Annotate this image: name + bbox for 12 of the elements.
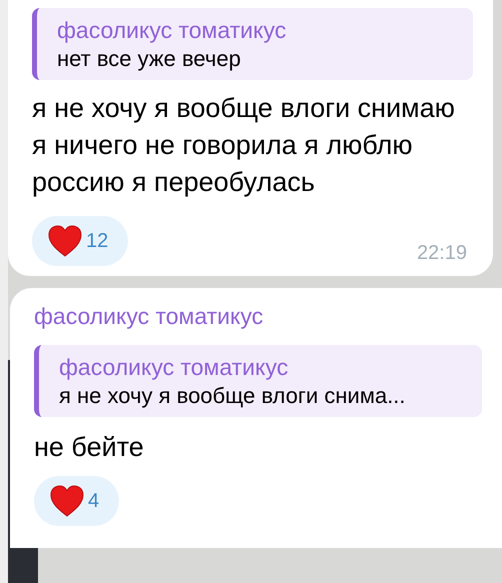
reply-quote[interactable]: фасоликус томатикус нет все уже вечер [32,8,473,80]
heart-icon [50,485,84,518]
reply-text: нет все уже вечер [57,44,242,72]
message-text: не бейте [34,431,145,464]
message-time: 22:19 [416,241,467,266]
message-text: я не хочу я вообще влоги снимаю я ничего не говорила я люблю россию я переобулась [32,92,456,200]
reply-quote[interactable]: фасоликус томатикус я не хочу я вообще влоги снима... [34,345,482,418]
heart-icon [48,225,82,258]
reply-author: фасоликус томатикус [57,16,288,45]
reply-author: фасоликус томатикус [59,353,290,382]
sender-name: фасоликус томатикус [34,302,264,331]
reply-text: я не хочу я вообще влоги снима... [59,382,406,410]
